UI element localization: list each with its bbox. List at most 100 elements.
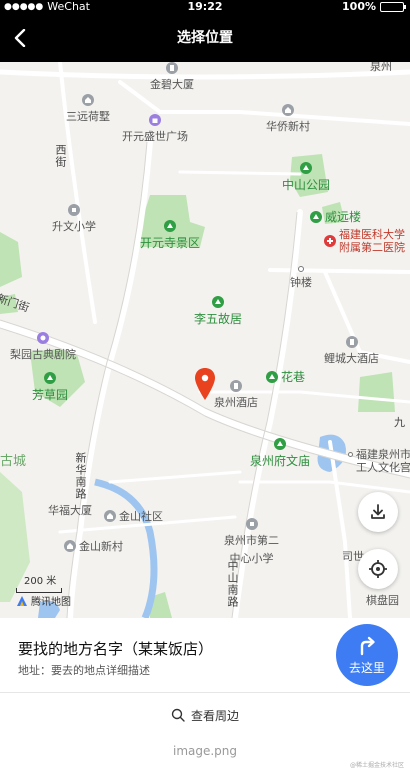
poi-quanzhou-hotel[interactable]: 泉州酒店: [214, 380, 258, 410]
poi-label: 金碧大厦: [150, 78, 194, 91]
locate-button[interactable]: [358, 549, 398, 589]
destination-info-panel: 要找的地方名字（某某饭店） 地址：要去的地点详细描述 去这里: [0, 618, 410, 692]
battery-icon: [380, 2, 406, 12]
poi-zhonglou[interactable]: 钟楼: [290, 266, 312, 290]
park-area: [0, 232, 22, 287]
shopping-icon: [149, 114, 161, 126]
status-bar: ●●●●● WeChat 19:22 100%: [0, 0, 410, 14]
download-icon: [371, 504, 385, 519]
poi-label: 花巷: [281, 370, 306, 384]
poi-label-group: 福建泉州市 工人文化宫: [356, 448, 410, 474]
map-logo: 腾讯地图: [16, 593, 71, 608]
road-zhongshan: 中山南路: [226, 560, 239, 608]
poi-label: 华福大厦: [48, 504, 92, 517]
hospital-icon: [324, 235, 336, 247]
poi-huaxiang[interactable]: 花巷: [266, 368, 305, 385]
poi-sanyun[interactable]: 三远荷墅: [66, 94, 110, 124]
landmark-dot-icon: [298, 266, 304, 272]
poi-fangcao[interactable]: 芳草园: [32, 372, 68, 403]
poi-label: 开元盛世广场: [122, 130, 188, 143]
road-xijie: 西街: [54, 144, 67, 168]
road: [108, 470, 242, 484]
road-xinhua: 新华南路: [74, 452, 87, 500]
landmark-dot-icon: [348, 452, 353, 457]
home-icon: [82, 94, 94, 106]
poi-qipan: 棋盘园: [366, 594, 399, 607]
park-icon: [274, 438, 286, 450]
poi-kaiyuansi[interactable]: 开元寺景区: [140, 220, 200, 251]
poi-zhongshan-park[interactable]: 中山公园: [282, 162, 330, 193]
poi-shengwen[interactable]: 升文小学: [52, 204, 96, 234]
poi-label: 泉州府文庙: [250, 454, 311, 468]
poi-liyuan[interactable]: 梨园古典剧院: [10, 332, 76, 362]
nav-bar: 选择位置: [0, 14, 410, 62]
poi-label: 梨园古典剧院: [10, 348, 76, 361]
poi-licheng[interactable]: 鲤城大酒店: [324, 336, 379, 366]
go-here-button[interactable]: 去这里: [336, 624, 398, 686]
poi-label: 泉州酒店: [214, 396, 258, 409]
poi-label: 金山新村: [79, 540, 123, 553]
poi-huaqiao[interactable]: 华侨新村: [266, 104, 310, 134]
poi-label: 泉州市第二: [224, 534, 279, 547]
scale-label: 200 米: [24, 576, 57, 587]
view-nearby-label: 查看周边: [190, 708, 239, 723]
poi-label: 附属第二医院: [339, 241, 405, 254]
poi-label: 金山社区: [119, 510, 163, 523]
poi-kaiyuan-plaza[interactable]: 开元盛世广场: [122, 114, 188, 144]
poi-label: 升文小学: [52, 220, 96, 233]
poi-jinbi[interactable]: 金碧大厦: [150, 62, 194, 92]
poi-hospital[interactable]: 福建医科大学 附属第二医院: [324, 228, 405, 254]
poi-huafu[interactable]: 华福大厦: [48, 502, 92, 518]
map-scale: 200 米: [16, 572, 62, 593]
destination-address: 地址：要去的地点详细描述: [18, 664, 150, 677]
home-icon: [282, 104, 294, 116]
battery-percent: 100%: [342, 0, 376, 13]
view-nearby-button[interactable]: 查看周边: [0, 693, 410, 737]
area-gucheng: 古城: [0, 454, 27, 469]
destination-name: 要找的地方名字（某某饭店）: [18, 640, 214, 658]
poi-school2[interactable]: 泉州市第二 中心小学: [224, 518, 279, 566]
poi-label: 李五故居: [194, 312, 243, 326]
hotel-icon: [345, 336, 358, 348]
park-icon: [300, 162, 312, 174]
map-pin-icon: [195, 368, 215, 400]
poi-label: 中山公园: [282, 178, 331, 192]
park-icon: [310, 210, 322, 223]
poi-wenmiao[interactable]: 泉州府文庙: [250, 438, 310, 469]
road-label: 泉州: [370, 62, 392, 73]
hotel-icon: [230, 380, 242, 392]
logo-text: 腾讯地图: [31, 597, 71, 608]
map-view[interactable]: 泉州 金碧大厦 三远荷墅 开元盛世广场 华侨新村 西街 中山公园 升文小学 威远…: [0, 62, 410, 618]
building-icon: [166, 62, 178, 74]
poi-worker-palace[interactable]: 福建泉州市 工人文化宫: [348, 448, 410, 474]
image-caption: image.png: [172, 744, 238, 758]
park-icon: [212, 296, 224, 308]
park-icon: [266, 370, 278, 383]
locate-target-icon: [369, 560, 387, 578]
page-title: 选择位置: [177, 30, 233, 46]
road-jiu: 九: [394, 416, 405, 429]
poi-label: 钟楼: [290, 276, 312, 289]
poi-liwu[interactable]: 李五故居: [194, 296, 242, 327]
park-icon: [44, 372, 56, 384]
road: [238, 480, 410, 494]
poi-jinshan-village[interactable]: 金山新村: [64, 538, 123, 554]
park-area: [358, 372, 395, 412]
download-button[interactable]: [358, 492, 398, 532]
battery-area: 100%: [342, 0, 406, 14]
road: [328, 440, 352, 618]
poi-label: 福建医科大学: [339, 228, 405, 241]
poi-label: 福建泉州市: [356, 448, 410, 461]
go-here-label: 去这里: [348, 660, 385, 675]
poi-weiyuan[interactable]: 威远楼: [310, 208, 361, 225]
poi-jinshan-community[interactable]: 金山社区: [104, 508, 163, 524]
poi-label: 三远荷墅: [66, 110, 110, 123]
poi-label: 鲤城大酒店: [324, 352, 379, 365]
watermark: @稀土掘金技术社区: [349, 762, 404, 769]
home-icon: [64, 540, 76, 552]
school-icon: [245, 518, 258, 530]
school-icon: [68, 204, 80, 216]
poi-label: 芳草园: [32, 388, 69, 402]
tencent-map-logo-icon: [17, 595, 27, 606]
turn-right-arrow-icon: [360, 636, 375, 655]
